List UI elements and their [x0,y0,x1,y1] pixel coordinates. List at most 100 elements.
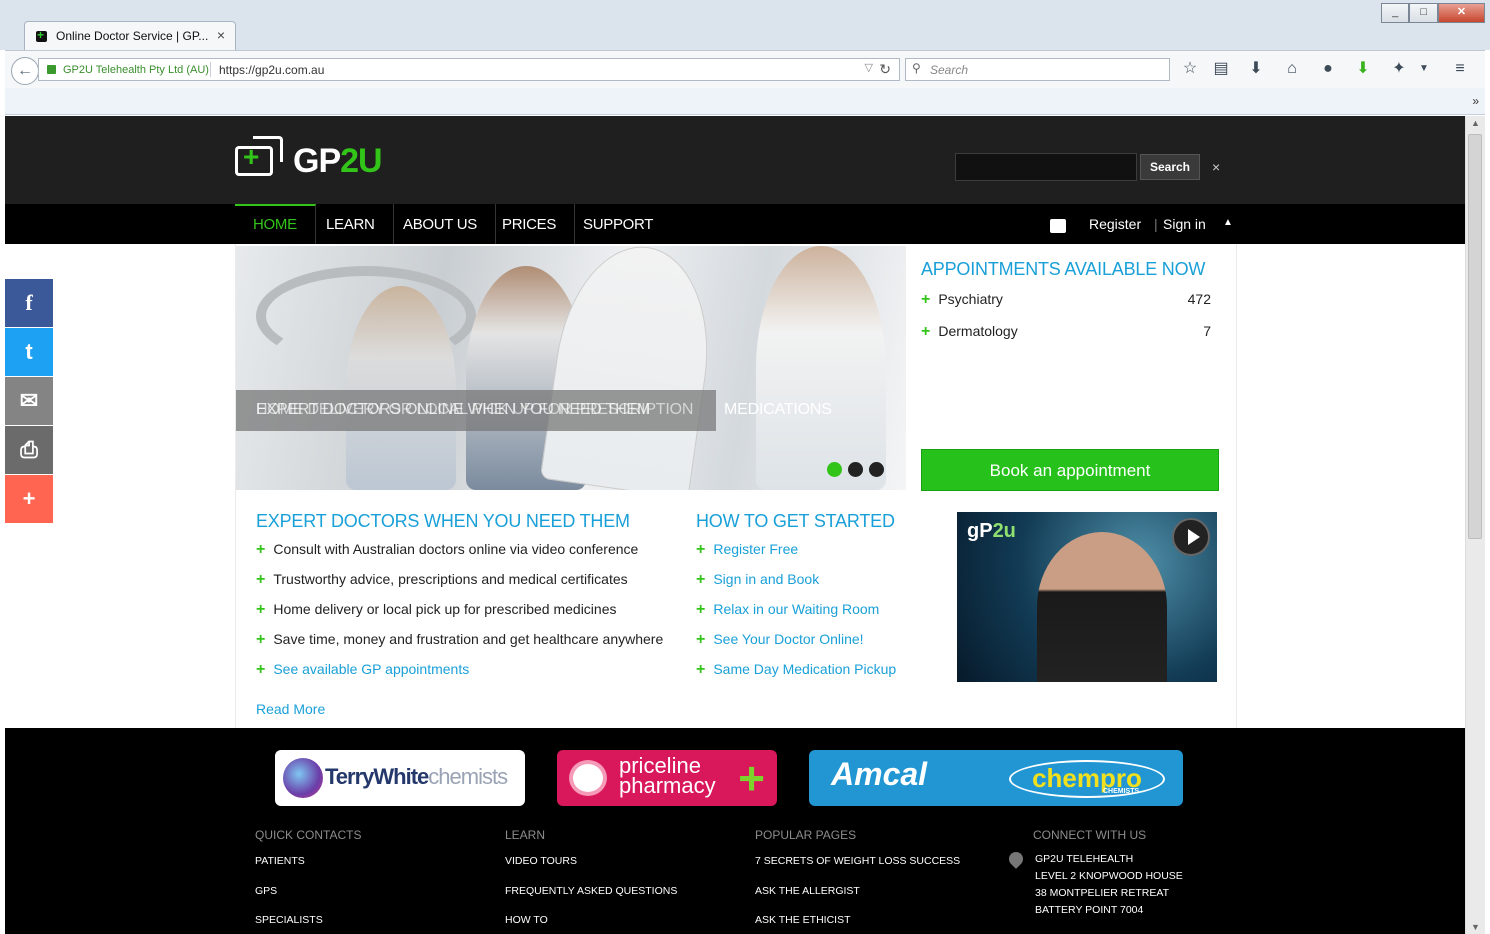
logo-text: GP2U [293,142,383,180]
appointment-row[interactable]: + Dermatology 7 [921,323,1219,341]
addon-icon[interactable]: ✦ [1389,59,1409,79]
appointment-count: 7 [1203,323,1211,339]
tab-close-icon[interactable]: × [217,27,225,43]
register-link[interactable]: Register [1089,216,1141,232]
minimize-button[interactable]: _ [1381,3,1410,23]
facebook-share-icon[interactable]: f [5,279,53,327]
bookmark-star-icon[interactable]: ☆ [1180,59,1200,79]
footer-link-weight-loss[interactable]: 7 SECRETS OF WEIGHT LOSS SUCCESS [755,855,960,867]
site-footer: TerryWhitechemists priceline pharmacy + A… [5,728,1465,934]
play-icon[interactable] [1172,518,1210,556]
see-appointments-link[interactable]: + See available GP appointments [256,661,469,679]
twitter-share-icon[interactable]: t [5,328,53,376]
plus-icon: + [256,631,266,648]
scroll-thumb[interactable] [1468,134,1482,539]
back-button[interactable]: ← [11,57,39,85]
amcal-text: Amcal [831,756,928,792]
browser-tab[interactable]: Online Doctor Service | GP... × [24,21,236,50]
book-appointment-button[interactable]: Book an appointment [921,449,1219,491]
plus-icon: + [256,661,266,678]
address-bar[interactable]: GP2U Telehealth Pty Ltd (AU) https://gp2… [38,58,900,81]
footer-heading-quick: QUICK CONTACTS [255,828,362,842]
web-page: GP2U Search × HOME LEARN ABOUT US PRICES… [5,116,1465,934]
home-icon[interactable]: ⌂ [1282,59,1302,79]
amcal-chempro-logo[interactable]: Amcal chempro CHEMISTS [809,750,1183,806]
appointment-label: Psychiatry [938,291,1003,307]
lock-icon[interactable] [47,65,56,74]
see-doctor-link[interactable]: + See Your Doctor Online! [696,631,864,649]
downloads-icon[interactable]: ⬇ [1246,59,1266,79]
gp2u-logo[interactable]: GP2U [235,136,395,181]
hero-caption: EXPERT DOCTORS ONLINE WHEN YOU NEED THEM… [236,390,832,431]
bookmarks-overflow[interactable]: » [1472,94,1479,108]
collapse-caret-icon[interactable]: ▲ [1223,217,1233,228]
footer-link-specialists[interactable]: SPECIALISTS [255,914,323,926]
menu-prices[interactable]: PRICES [484,204,576,244]
footer-link-how-to[interactable]: HOW TO [505,914,548,926]
feature-item: + Consult with Australian doctors online … [256,541,639,558]
reload-icon[interactable]: ↻ [879,61,891,78]
scroll-down-icon[interactable]: ▼ [1471,922,1480,932]
favicon-icon [36,28,47,42]
hero-slider[interactable] [236,246,906,490]
download-manager-icon[interactable]: ⬇ [1353,59,1373,79]
more-share-icon[interactable]: + [5,475,53,523]
plus-icon: + [256,601,266,618]
slider-dot-3[interactable] [869,462,884,477]
menu-support[interactable]: SUPPORT [565,204,671,244]
prescription-image [539,246,723,490]
footer-link-ethicist[interactable]: ASK THE ETHICIST [755,914,851,926]
email-share-icon[interactable]: ✉ [5,377,53,425]
medication-pickup-link[interactable]: + Same Day Medication Pickup [696,661,896,679]
reading-list-icon[interactable]: ▤ [1211,59,1231,79]
site-identity[interactable]: GP2U Telehealth Pty Ltd (AU) [63,64,209,76]
plus-icon: + [921,291,931,308]
scroll-up-icon[interactable]: ▲ [1471,118,1480,128]
sign-in-link[interactable]: Sign in [1163,216,1206,232]
menu-about-us[interactable]: ABOUT US [385,204,497,244]
appointment-count: 472 [1187,291,1211,307]
terrywhite-logo[interactable]: TerryWhitechemists [275,750,525,806]
browser-search-field[interactable]: ⚲ Search [905,58,1170,81]
menu-home[interactable]: HOME [235,204,316,244]
maximize-button[interactable]: □ [1409,3,1438,23]
main-menu: HOME LEARN ABOUT US PRICES SUPPORT [5,204,1465,244]
tab-title: Online Doctor Service | GP... [56,29,209,43]
read-more-link[interactable]: Read More [256,701,325,717]
footer-link-faq[interactable]: FREQUENTLY ASKED QUESTIONS [505,885,677,897]
menu-divider: | [1154,216,1158,232]
page-scrollbar[interactable]: ▲ ▼ [1465,116,1485,934]
search-close-icon[interactable]: × [1212,159,1220,175]
close-window-button[interactable]: ✕ [1437,3,1485,23]
register-free-link[interactable]: + Register Free [696,541,798,559]
slider-dot-2[interactable] [848,462,863,477]
presenter-image [1037,532,1167,682]
caption-text-3: MEDICATIONS [724,401,832,418]
print-share-icon[interactable]: ⎙ [5,426,53,474]
site-search-input[interactable] [955,153,1137,181]
slider-dot-1[interactable] [827,462,842,477]
footer-link-gps[interactable]: GPS [255,885,277,897]
nurse-image [346,286,456,490]
chat-icon[interactable]: ● [1318,59,1338,79]
priceline-logo[interactable]: priceline pharmacy + [557,750,777,806]
footer-link-patients[interactable]: PATIENTS [255,855,305,867]
addon-dropdown-icon[interactable]: ▼ [1414,59,1434,79]
appointment-row[interactable]: + Psychiatry 472 [921,291,1219,309]
print-icon[interactable] [1050,219,1066,233]
site-search-button[interactable]: Search [1140,154,1200,180]
footer-link-allergist[interactable]: ASK THE ALLERGIST [755,885,860,897]
footer-heading-connect: CONNECT WITH US [1033,828,1147,842]
menu-learn[interactable]: LEARN [308,204,394,244]
plus-icon: + [256,541,266,558]
footer-link-video-tours[interactable]: VIDEO TOURS [505,855,577,867]
terrywhite-text: TerryWhitechemists [325,764,508,789]
waiting-room-link[interactable]: + Relax in our Waiting Room [696,601,879,619]
sign-in-book-link[interactable]: + Sign in and Book [696,571,819,589]
menu-hamburger-icon[interactable]: ≡ [1450,59,1470,79]
intro-video[interactable]: gP2u [957,512,1217,682]
history-dropdown-icon[interactable]: ▽ [865,61,873,74]
site-header [5,116,1465,204]
plus-icon: + [696,541,706,558]
url-text[interactable]: https://gp2u.com.au [219,63,324,77]
